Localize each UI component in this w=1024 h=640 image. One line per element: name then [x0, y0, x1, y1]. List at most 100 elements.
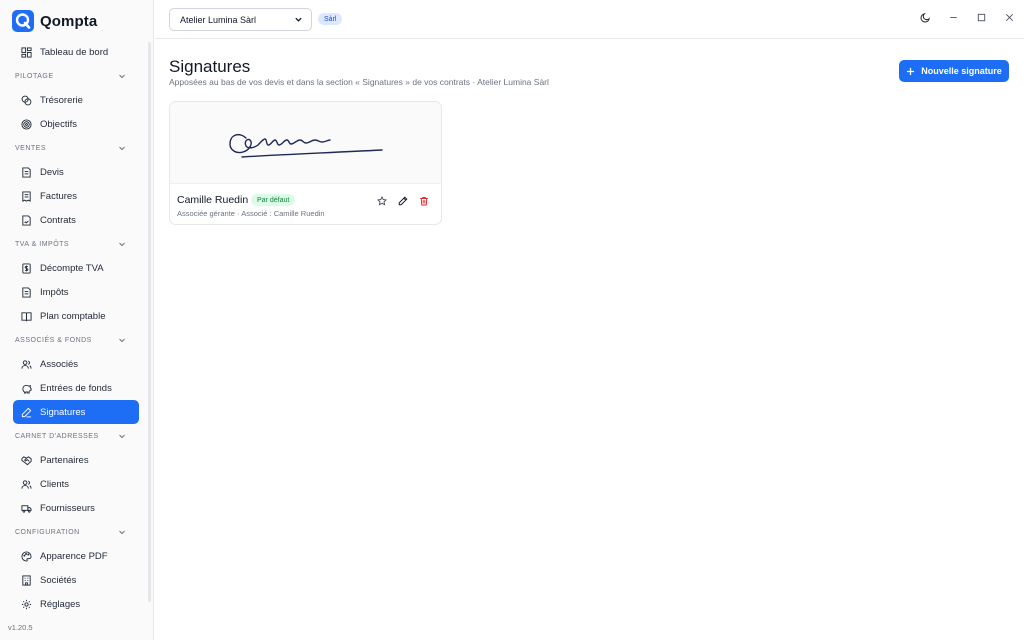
- main-content: Signatures Apposées au bas de vos devis …: [155, 40, 1024, 640]
- minimize-button[interactable]: [946, 10, 960, 24]
- sidebar-item-label: Décompte TVA: [40, 262, 104, 274]
- signature-preview: [170, 102, 441, 184]
- company-type-badge: Sàrl: [318, 13, 343, 25]
- delete-signature-button[interactable]: [418, 195, 429, 206]
- sidebar-item-label: Plan comptable: [40, 310, 106, 322]
- section-tva-impots[interactable]: TVA & Impôts: [0, 232, 148, 256]
- section-pilotage[interactable]: Pilotage: [0, 64, 148, 88]
- app-name: Qompta: [40, 12, 98, 30]
- trash-icon: [419, 196, 428, 205]
- sidebar-item-reglages[interactable]: Réglages: [13, 592, 139, 616]
- section-title: Carnet d'adresses: [15, 432, 99, 440]
- company-select-value: Atelier Lumina Sàrl: [180, 14, 257, 25]
- moon-icon: [920, 12, 930, 22]
- sidebar-item-label: Contrats: [40, 214, 76, 226]
- sidebar-item-decompte-tva[interactable]: Décompte TVA: [13, 256, 139, 280]
- maximize-icon: [977, 13, 985, 21]
- piggy-bank-icon: [22, 384, 32, 394]
- page-title: Signatures: [169, 57, 251, 76]
- vat-icon: [22, 262, 31, 274]
- theme-toggle-button[interactable]: [918, 10, 932, 24]
- signature-card[interactable]: Camille Ruedin Par défaut Associée géran…: [169, 101, 442, 225]
- book-icon: [21, 311, 32, 321]
- sidebar-item-label: Entrées de fonds: [40, 382, 112, 394]
- sidebar-item-label: Factures: [40, 190, 77, 202]
- section-carnet-adresses[interactable]: Carnet d'adresses: [0, 424, 148, 448]
- sidebar-item-plan-comptable[interactable]: Plan comptable: [13, 304, 139, 328]
- sidebar-item-label: Fournisseurs: [40, 502, 95, 514]
- sidebar-scrollbar[interactable]: [148, 42, 151, 602]
- sidebar-item-label: Clients: [40, 478, 70, 490]
- sidebar-item-signatures[interactable]: Signatures: [13, 400, 139, 424]
- brand[interactable]: Qompta: [12, 10, 97, 32]
- section-title: Configuration: [15, 528, 80, 536]
- sidebar-item-label: Signatures: [40, 406, 86, 418]
- sidebar-item-label: Réglages: [40, 598, 81, 610]
- minimize-icon: [949, 16, 957, 18]
- section-associes-fonds[interactable]: Associés & Fonds: [0, 328, 148, 352]
- sidebar-item-fournisseurs[interactable]: Fournisseurs: [13, 496, 139, 520]
- gear-icon: [21, 599, 32, 609]
- sidebar-item-clients[interactable]: Clients: [13, 472, 139, 496]
- sidebar-item-label: Tableau de bord: [40, 46, 109, 58]
- sidebar-item-associes[interactable]: Associés: [13, 352, 139, 376]
- sidebar-item-label: Objectifs: [40, 118, 77, 130]
- window-controls: [918, 10, 1016, 24]
- close-icon: [1005, 13, 1013, 21]
- quote-icon: [22, 166, 31, 178]
- section-title: Associés & Fonds: [15, 336, 92, 344]
- sidebar-nav: Tableau de bord Pilotage Trésorerie Obje…: [0, 40, 148, 616]
- chevron-down-icon: [119, 530, 125, 535]
- star-icon: [376, 195, 387, 205]
- signature-actions: [376, 195, 429, 206]
- dashboard-icon: [21, 46, 32, 58]
- sidebar: Qompta Tableau de bord Pilotage Trésorer…: [0, 0, 154, 640]
- chevron-down-icon: [119, 146, 125, 151]
- company-select[interactable]: Atelier Lumina Sàrl: [169, 8, 312, 31]
- signature-meta: Associée gérante · Associé : Camille Rue…: [177, 209, 325, 218]
- default-badge: Par défaut: [251, 194, 296, 206]
- target-icon: [21, 118, 32, 130]
- plus-icon: [907, 67, 915, 75]
- contract-icon: [22, 214, 31, 226]
- sidebar-item-label: Trésorerie: [40, 94, 83, 106]
- app-version: v1.20.5: [8, 623, 33, 632]
- pen-icon: [21, 407, 32, 417]
- sidebar-item-societes[interactable]: Sociétés: [13, 568, 139, 592]
- sidebar-item-devis[interactable]: Devis: [13, 160, 139, 184]
- sidebar-item-impots[interactable]: Impôts: [13, 280, 139, 304]
- qompta-logo-icon: [12, 10, 34, 32]
- pencil-icon: [398, 196, 407, 205]
- sidebar-item-tresorerie[interactable]: Trésorerie: [13, 88, 139, 112]
- chevron-down-icon: [119, 338, 125, 343]
- edit-signature-button[interactable]: [397, 195, 408, 206]
- sidebar-item-partenaires[interactable]: Partenaires: [13, 448, 139, 472]
- section-title: TVA & Impôts: [15, 240, 70, 248]
- section-title: Pilotage: [15, 72, 54, 80]
- sidebar-item-contrats[interactable]: Contrats: [13, 208, 139, 232]
- signature-name: Camille Ruedin: [177, 194, 249, 206]
- coins-icon: [21, 95, 32, 105]
- new-signature-label: Nouvelle signature: [921, 66, 1002, 76]
- close-button[interactable]: [1002, 10, 1016, 24]
- new-signature-button[interactable]: Nouvelle signature: [899, 60, 1009, 82]
- chevron-down-icon: [119, 242, 125, 247]
- invoice-icon: [22, 190, 31, 202]
- sidebar-item-label: Apparence PDF: [40, 550, 108, 562]
- chevron-down-icon: [119, 434, 125, 439]
- maximize-button[interactable]: [974, 10, 988, 24]
- sidebar-item-factures[interactable]: Factures: [13, 184, 139, 208]
- truck-icon: [21, 504, 32, 513]
- set-default-button[interactable]: [376, 195, 387, 206]
- section-title: Ventes: [15, 144, 47, 152]
- sidebar-item-label: Devis: [40, 166, 64, 178]
- section-configuration[interactable]: Configuration: [0, 520, 148, 544]
- users-icon: [21, 479, 32, 489]
- chevron-down-icon: [119, 74, 125, 79]
- sidebar-item-entrees-de-fonds[interactable]: Entrées de fonds: [13, 376, 139, 400]
- sidebar-item-label: Sociétés: [40, 574, 77, 586]
- section-ventes[interactable]: Ventes: [0, 136, 148, 160]
- sidebar-item-tableau-de-bord[interactable]: Tableau de bord: [13, 40, 139, 64]
- sidebar-item-objectifs[interactable]: Objectifs: [13, 112, 139, 136]
- sidebar-item-apparence-pdf[interactable]: Apparence PDF: [13, 544, 139, 568]
